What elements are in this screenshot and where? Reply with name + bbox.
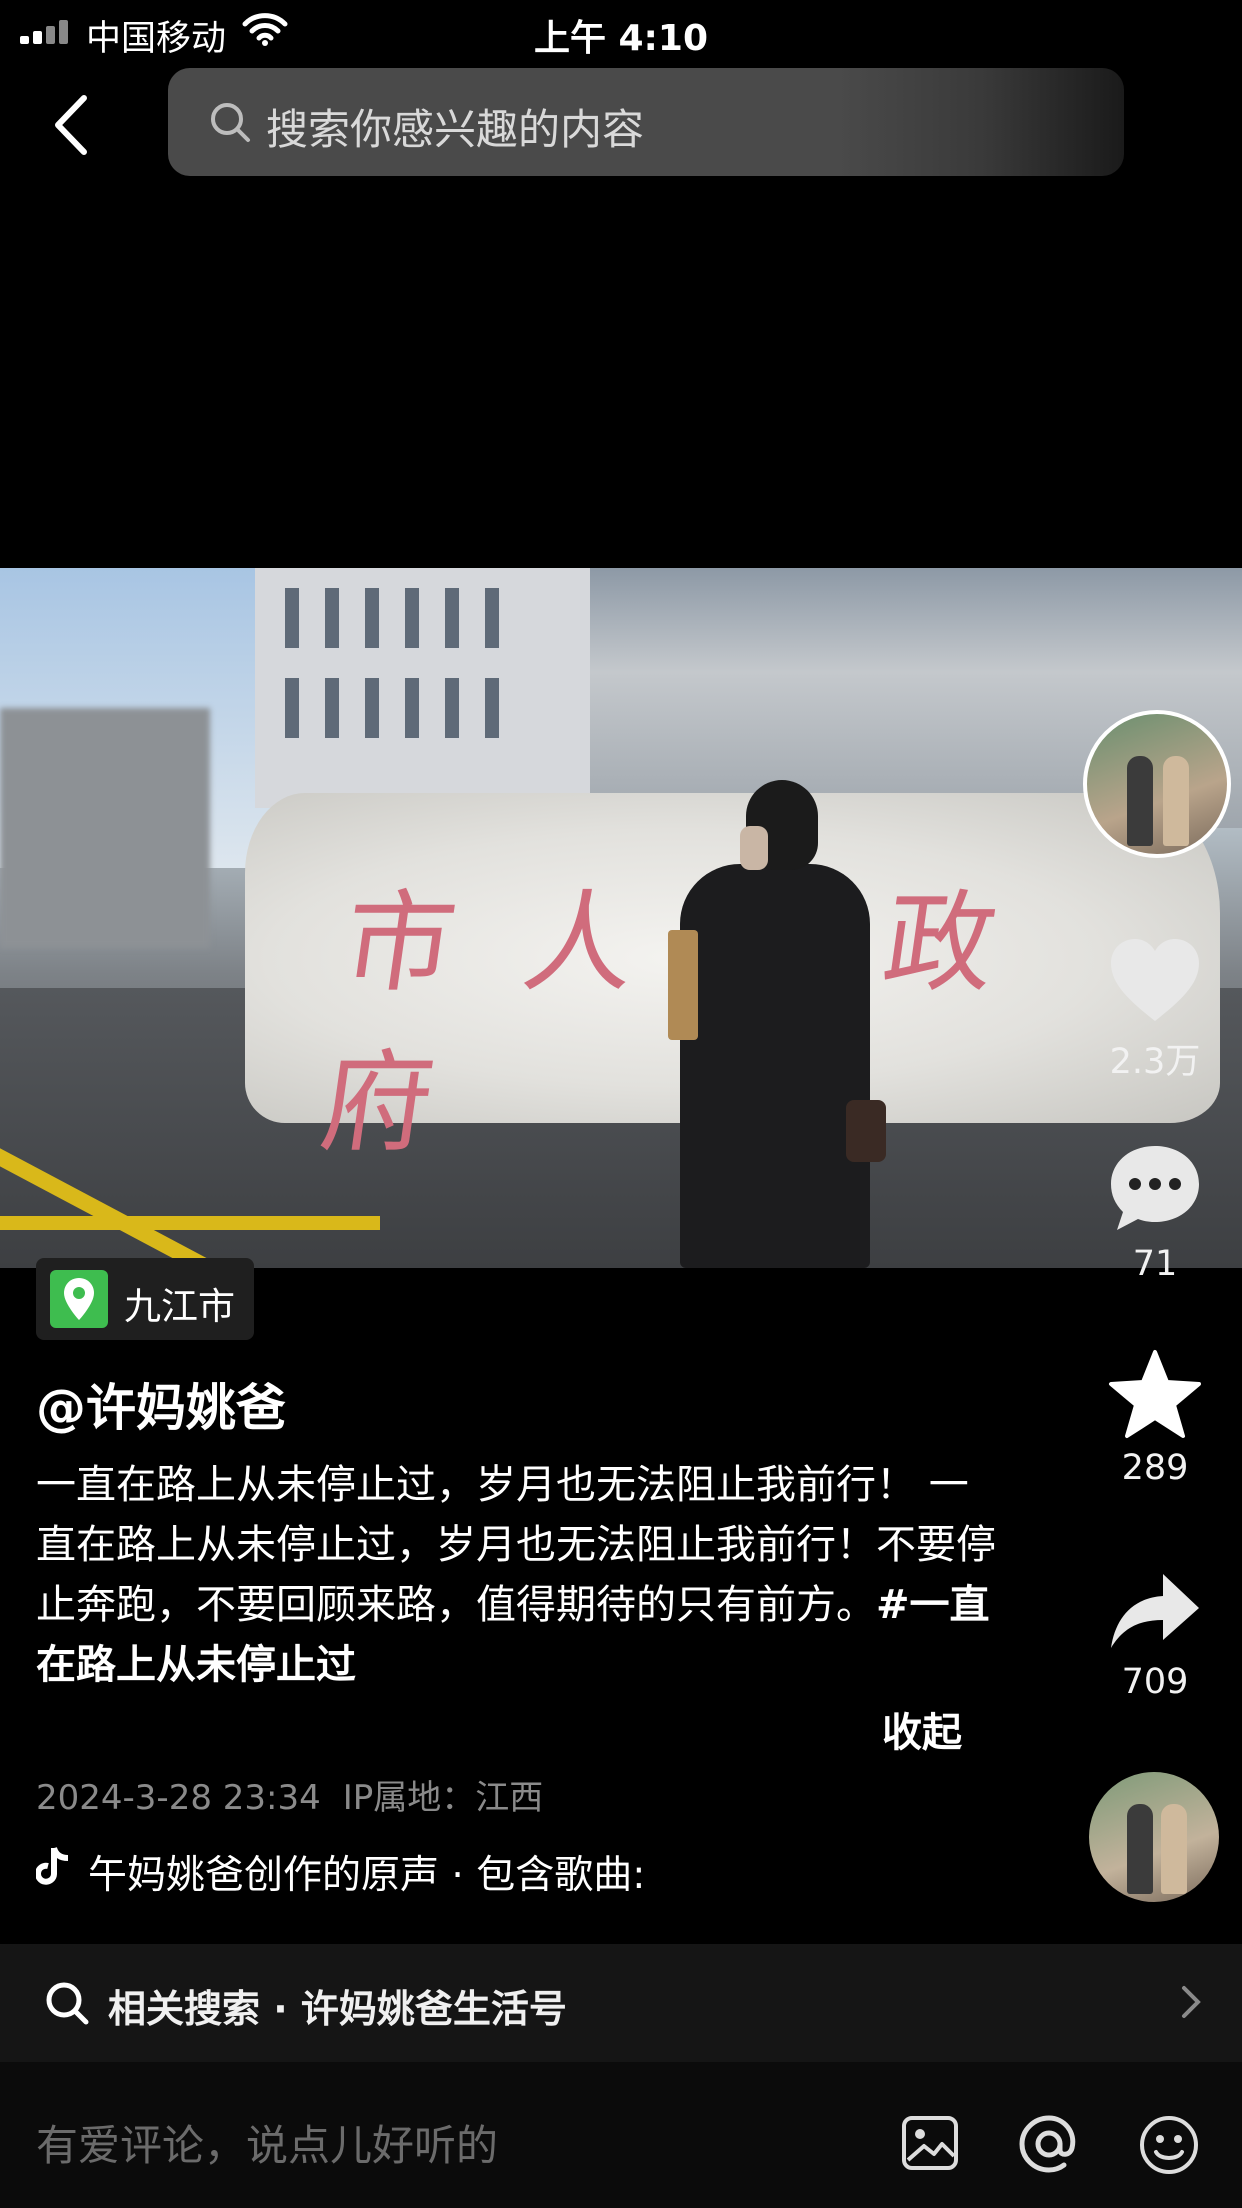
video-building <box>255 568 595 808</box>
location-pin-icon <box>50 1270 108 1328</box>
comment-button[interactable]: 71 <box>1085 1140 1225 1284</box>
search-icon <box>46 1982 89 2025</box>
author-avatar[interactable] <box>1083 710 1231 858</box>
post-meta: 2024-3-28 23:34 IP属地：江西 <box>36 1770 543 1819</box>
collapse-button[interactable]: 收起 <box>882 1700 962 1758</box>
caption-text: 一直在路上从未停止过，岁月也无法阻止我前行！ 一直在路上从未停止过，岁月也无法阻… <box>36 1462 996 1628</box>
share-arrow-icon <box>1111 1574 1199 1648</box>
video-guard-booth <box>0 708 210 948</box>
music-info[interactable]: 午妈姚爸创作的原声 · 包含歌曲: <box>88 1844 645 1900</box>
comment-bubble-icon <box>1111 1146 1199 1230</box>
post-caption: 一直在路上从未停止过，岁月也无法阻止我前行！ 一直在路上从未停止过，岁月也无法阻… <box>36 1455 996 1695</box>
related-search-label: 相关搜索 · 许妈姚爸生活号 <box>108 1987 567 2031</box>
like-count: 2.3万 <box>1109 1042 1201 1082</box>
location-tag[interactable]: 九江市 <box>36 1258 254 1340</box>
video-road-marking <box>0 1216 380 1230</box>
status-time: 上午 4:10 <box>533 18 709 59</box>
heart-icon <box>1111 939 1199 1021</box>
share-count: 709 <box>1121 1662 1189 1702</box>
related-search-bar[interactable]: 相关搜索 · 许妈姚爸生活号 <box>0 1944 1242 2062</box>
mention-icon[interactable] <box>1018 2114 1080 2174</box>
share-button[interactable]: 709 <box>1085 1568 1225 1702</box>
location-label: 九江市 <box>124 1285 235 1328</box>
music-note-icon <box>36 1847 69 1885</box>
author-name[interactable]: @许妈姚爸 <box>36 1368 286 1440</box>
comment-bar: 有爱评论，说点儿好听的 <box>0 2062 1242 2208</box>
video-player[interactable]: 市人民政府 <box>0 568 1242 1268</box>
post-date: 2024-3-28 23:34 <box>36 1778 321 1818</box>
comment-input[interactable]: 有爱评论，说点儿好听的 <box>36 2112 498 2173</box>
star-icon <box>1109 1350 1201 1438</box>
like-button[interactable]: 2.3万 <box>1085 935 1225 1084</box>
ip-location: IP属地：江西 <box>342 1778 544 1818</box>
search-placeholder: 搜索你感兴趣的内容 <box>266 105 645 154</box>
search-icon <box>211 103 250 142</box>
music-disc-avatar[interactable] <box>1089 1772 1219 1902</box>
favorite-count: 289 <box>1121 1448 1189 1488</box>
chevron-right-icon <box>1182 1986 1201 2018</box>
image-icon[interactable] <box>900 2114 960 2172</box>
favorite-button[interactable]: 289 <box>1085 1348 1225 1488</box>
status-bar: 中国移动 上午 4:10 <box>0 0 1242 62</box>
emoji-icon[interactable] <box>1138 2114 1200 2176</box>
back-button[interactable] <box>44 90 100 160</box>
video-person <box>668 780 886 1268</box>
comment-count: 71 <box>1132 1244 1178 1284</box>
search-input[interactable]: 搜索你感兴趣的内容 <box>168 68 1124 176</box>
